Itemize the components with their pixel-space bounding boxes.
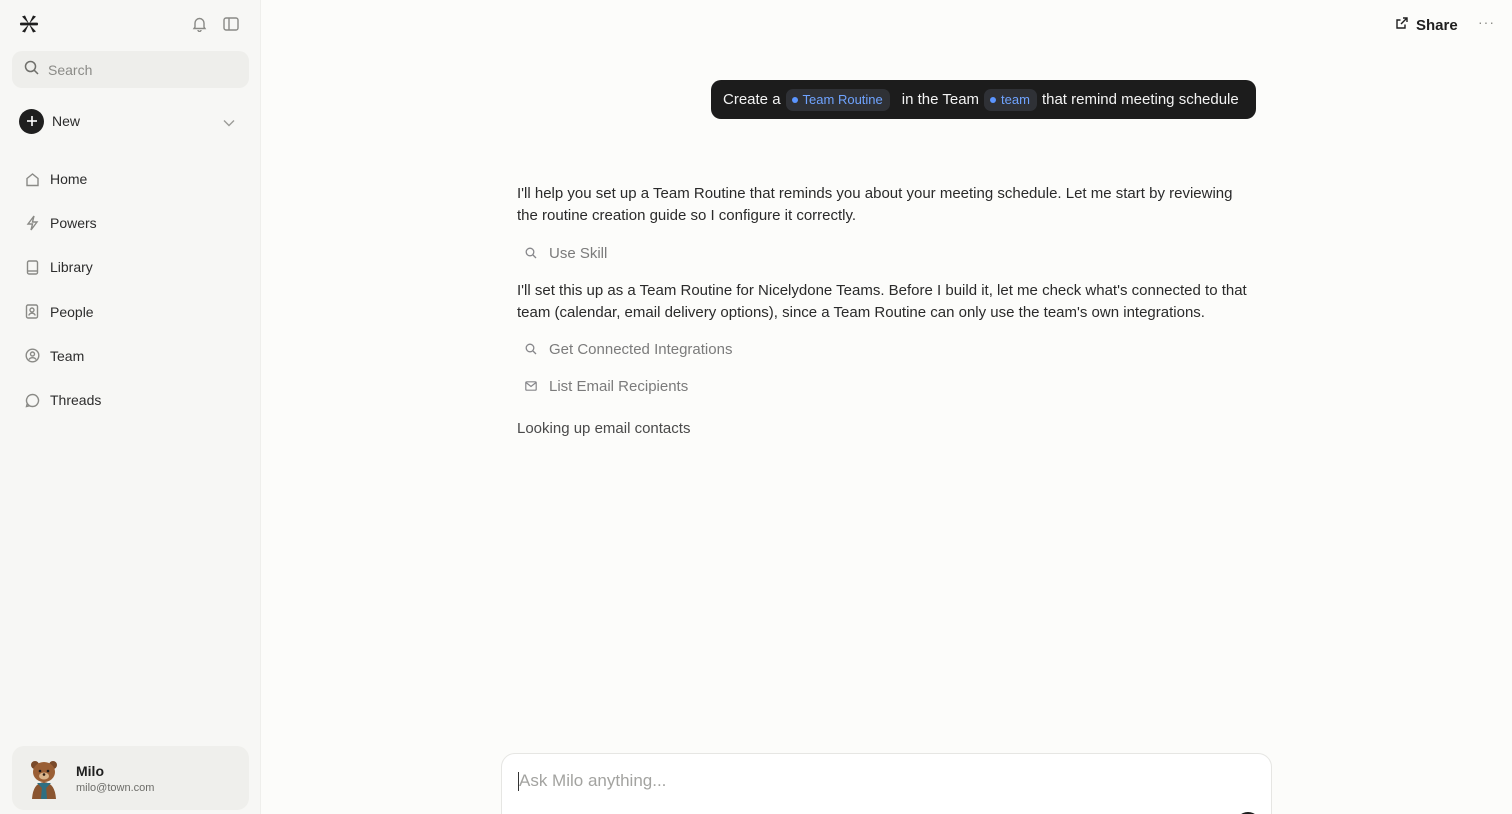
tool-call-email-recipients[interactable]: List Email Recipients — [525, 376, 688, 396]
sidebar-item-library[interactable]: Library — [24, 245, 244, 289]
assistant-paragraph: I'll set this up as a Team Routine for N… — [517, 282, 1247, 321]
sidebar-item-label: Home — [50, 171, 88, 188]
sidebar-item-label: Library — [50, 259, 93, 276]
user-message-bubble: Create a Team Routine in the Team team t… — [711, 80, 1256, 119]
chip-dot-icon — [791, 96, 798, 103]
sidebar-item-label: Powers — [50, 215, 97, 232]
home-icon — [24, 171, 40, 187]
plus-icon — [19, 108, 44, 134]
mention-chip-routine[interactable]: Team Routine — [785, 88, 890, 111]
chip-label: team — [1001, 92, 1030, 107]
bell-icon[interactable] — [189, 14, 209, 34]
status-text: Looking up email contacts — [517, 420, 691, 437]
search-input[interactable]: Search — [12, 51, 249, 88]
chat-bubble-icon — [24, 392, 40, 408]
team-icon — [24, 348, 40, 364]
assistant-paragraph: I'll help you set up a Team Routine that… — [517, 185, 1233, 224]
sidebar-item-label: Threads — [50, 392, 102, 409]
message-text: in the Team — [901, 91, 980, 108]
sidebar-item-label: People — [50, 303, 94, 320]
sidebar-item-powers[interactable]: Powers — [24, 201, 244, 245]
chat-input-placeholder: Ask Milo anything... — [519, 771, 667, 790]
contact-icon — [24, 304, 40, 320]
sidebar-item-threads[interactable]: Threads — [24, 378, 244, 422]
share-button[interactable]: Share — [1395, 15, 1458, 35]
sidebar-item-team[interactable]: Team — [24, 334, 244, 378]
more-options-icon[interactable]: ··· — [1478, 14, 1495, 30]
tool-call-use-skill[interactable]: Use Skill — [525, 243, 607, 263]
chevron-down-icon[interactable] — [223, 114, 235, 132]
user-name: Milo — [76, 763, 104, 779]
sidebar-item-home[interactable]: Home — [24, 157, 244, 201]
sidebar-toggle-icon[interactable] — [221, 14, 241, 34]
message-text: Create a — [723, 91, 781, 108]
book-icon — [24, 259, 40, 275]
chip-label: Team Routine — [802, 92, 883, 107]
chat-input[interactable]: Ask Milo anything... — [501, 753, 1272, 814]
user-email: milo@town.com — [76, 782, 155, 794]
search-icon — [525, 247, 537, 259]
user-profile-card[interactable]: Milo milo@town.com — [12, 746, 249, 810]
search-placeholder: Search — [48, 61, 93, 78]
new-button[interactable]: New — [19, 108, 241, 134]
new-label: New — [52, 113, 81, 129]
sidebar-nav: Home Powers Library People Team Threads — [24, 157, 244, 422]
search-icon — [24, 60, 39, 80]
search-icon — [525, 343, 537, 355]
avatar — [28, 759, 60, 799]
bolt-icon — [24, 215, 40, 231]
share-label: Share — [1416, 16, 1458, 34]
message-text: that remind meeting schedule — [1041, 91, 1239, 108]
sidebar: Search New Home Powers Library People Te… — [0, 0, 261, 814]
tool-call-label: Get Connected Integrations — [549, 340, 733, 358]
tool-call-integrations[interactable]: Get Connected Integrations — [525, 339, 732, 359]
mention-chip-team[interactable]: team — [984, 88, 1037, 111]
tool-call-label: List Email Recipients — [549, 377, 689, 395]
app-logo-icon[interactable] — [19, 14, 39, 34]
envelope-icon — [525, 380, 537, 392]
sidebar-item-people[interactable]: People — [24, 290, 244, 334]
tool-call-label: Use Skill — [549, 244, 608, 262]
share-icon — [1395, 16, 1409, 35]
chip-dot-icon — [990, 96, 997, 103]
sidebar-item-label: Team — [50, 347, 85, 364]
